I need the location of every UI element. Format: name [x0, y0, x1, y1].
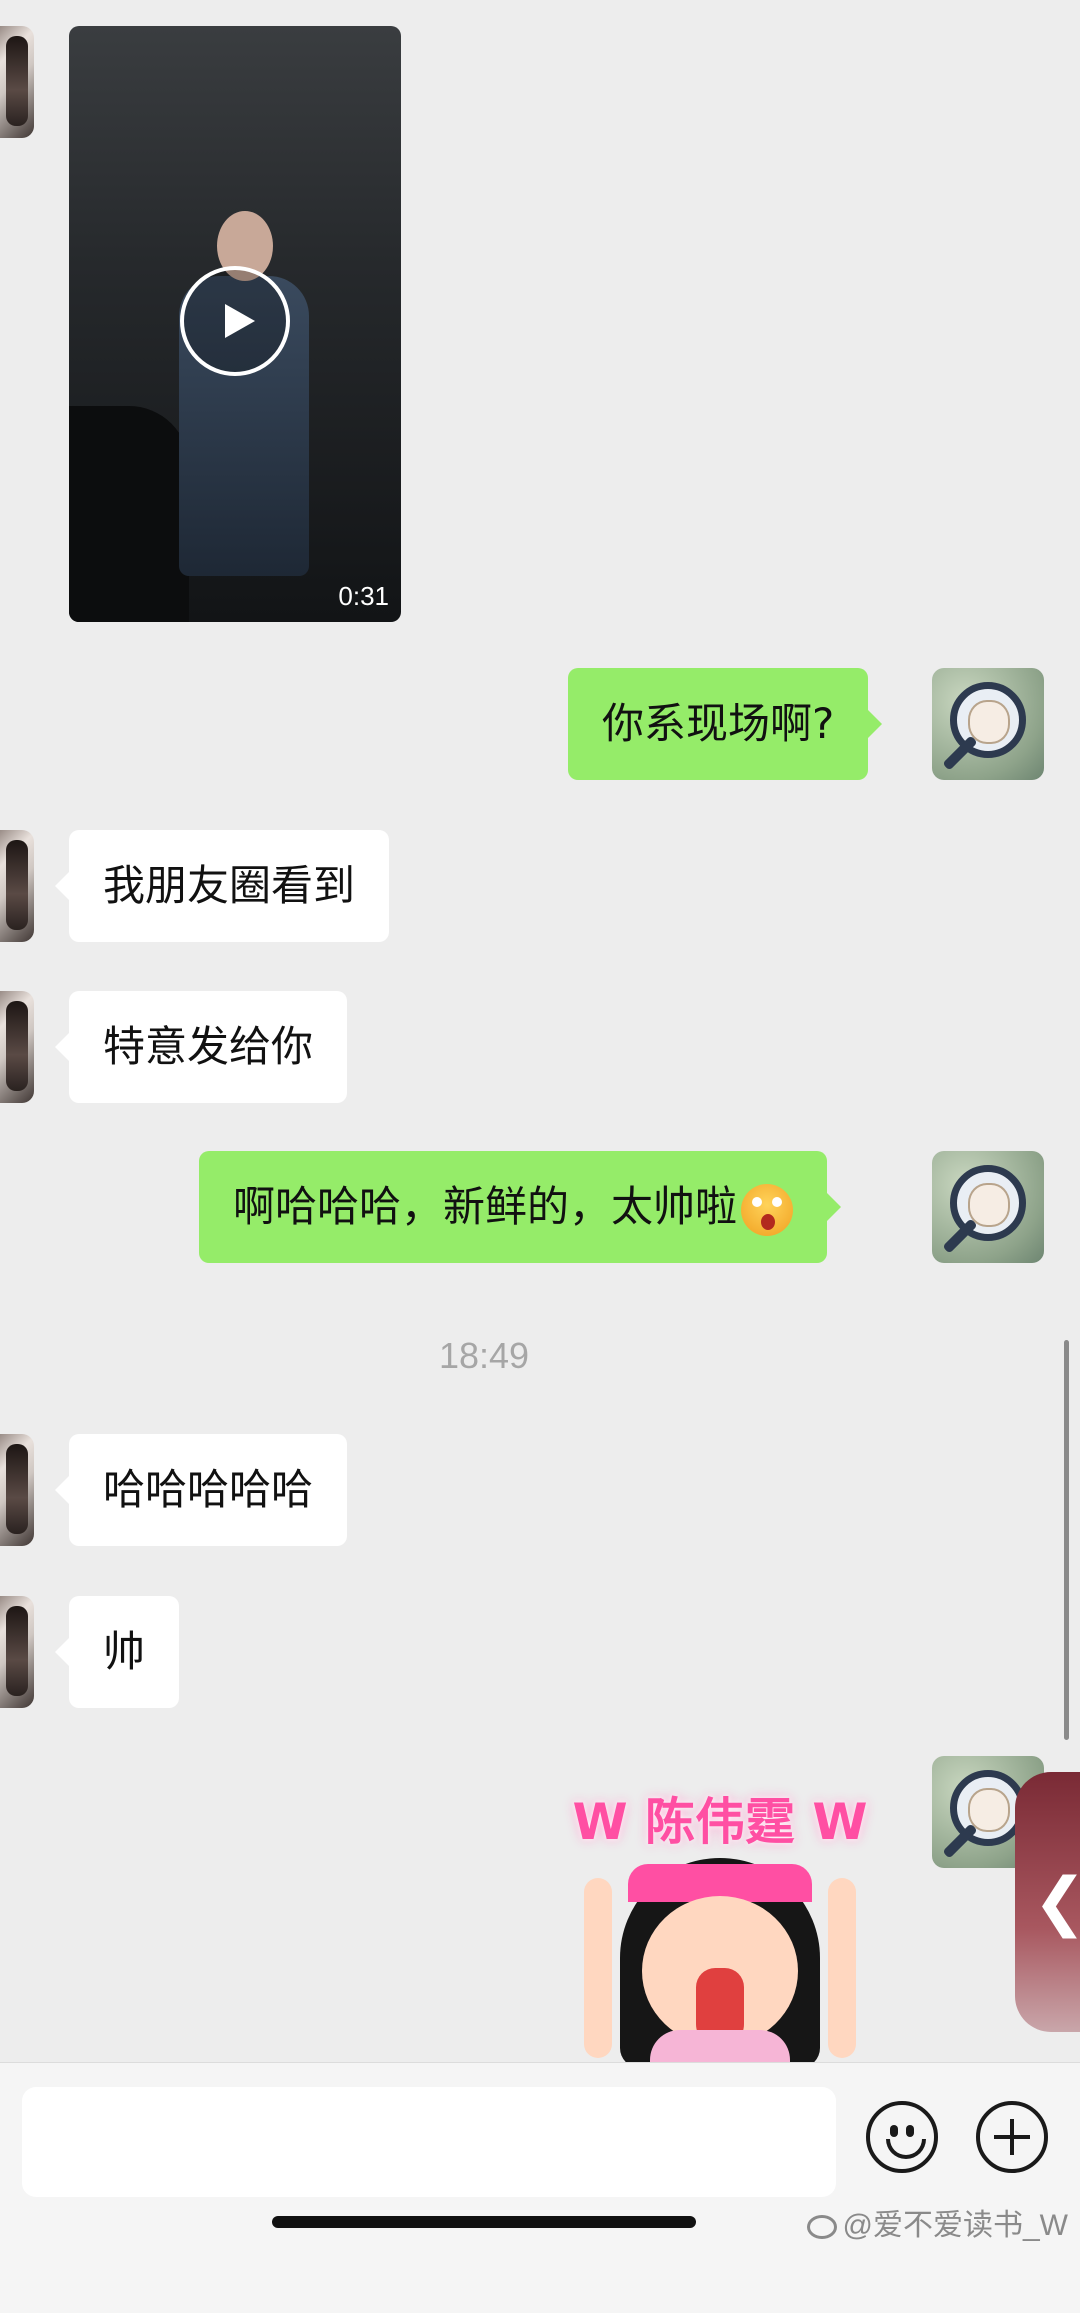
message-bubble-incoming[interactable]: 我朋友圈看到	[54, 830, 390, 942]
sticker-banner-text: W 陈伟霆 W	[572, 1793, 868, 1851]
home-indicator[interactable]	[272, 2216, 696, 2228]
message-text: 帅	[103, 1627, 146, 1676]
message-text: 你系现场啊?	[602, 699, 835, 748]
surprised-emoji-icon	[741, 1183, 794, 1236]
watermark: @爱不爱读书_W	[806, 2200, 1068, 2244]
scrollbar[interactable]	[1064, 1340, 1069, 1740]
my-avatar[interactable]	[932, 1151, 1044, 1263]
contact-avatar[interactable]	[0, 1596, 34, 1708]
sticker-message[interactable]: W 陈伟霆 W	[560, 1768, 880, 2062]
chat-area[interactable]: 0:31 你系现场啊? 我朋友圈看到 特意发给你 啊哈哈哈，新鲜的，太帅啦 18…	[0, 0, 1080, 2062]
weibo-icon	[806, 2215, 837, 2240]
plus-circle-icon[interactable]	[976, 2101, 1048, 2173]
contact-avatar[interactable]	[0, 26, 34, 138]
message-input[interactable]	[22, 2087, 836, 2197]
message-bubble-incoming[interactable]: 特意发给你	[54, 991, 348, 1103]
message-bubble-outgoing[interactable]: 啊哈哈哈，新鲜的，太帅啦	[199, 1151, 842, 1263]
contact-avatar[interactable]	[0, 1434, 34, 1546]
message-bubble-incoming[interactable]: 哈哈哈哈哈	[54, 1434, 348, 1546]
input-bar	[0, 2062, 1080, 2313]
message-text: 特意发给你	[103, 1022, 314, 1071]
contact-avatar[interactable]	[0, 991, 34, 1103]
message-bubble-outgoing[interactable]: 你系现场啊?	[568, 668, 883, 780]
smiley-face-icon[interactable]	[866, 2101, 938, 2173]
side-panel-handle[interactable]: ❮	[1015, 1772, 1080, 2032]
my-avatar[interactable]	[932, 668, 1044, 780]
chevron-left-icon: ❮	[1033, 1870, 1080, 1934]
play-icon[interactable]	[180, 266, 290, 376]
message-bubble-incoming[interactable]: 帅	[54, 1596, 180, 1708]
video-duration: 0:31	[338, 581, 389, 611]
contact-avatar[interactable]	[0, 830, 34, 942]
message-text: 我朋友圈看到	[103, 861, 356, 910]
video-frame-shadow	[69, 406, 189, 622]
video-message[interactable]: 0:31	[69, 26, 401, 622]
message-text: 啊哈哈哈，新鲜的，太帅啦	[233, 1182, 738, 1231]
message-timestamp: 18:49	[438, 1335, 530, 1376]
watermark-text: @爱不爱读书_W	[842, 2209, 1068, 2242]
message-text: 哈哈哈哈哈	[103, 1465, 314, 1514]
